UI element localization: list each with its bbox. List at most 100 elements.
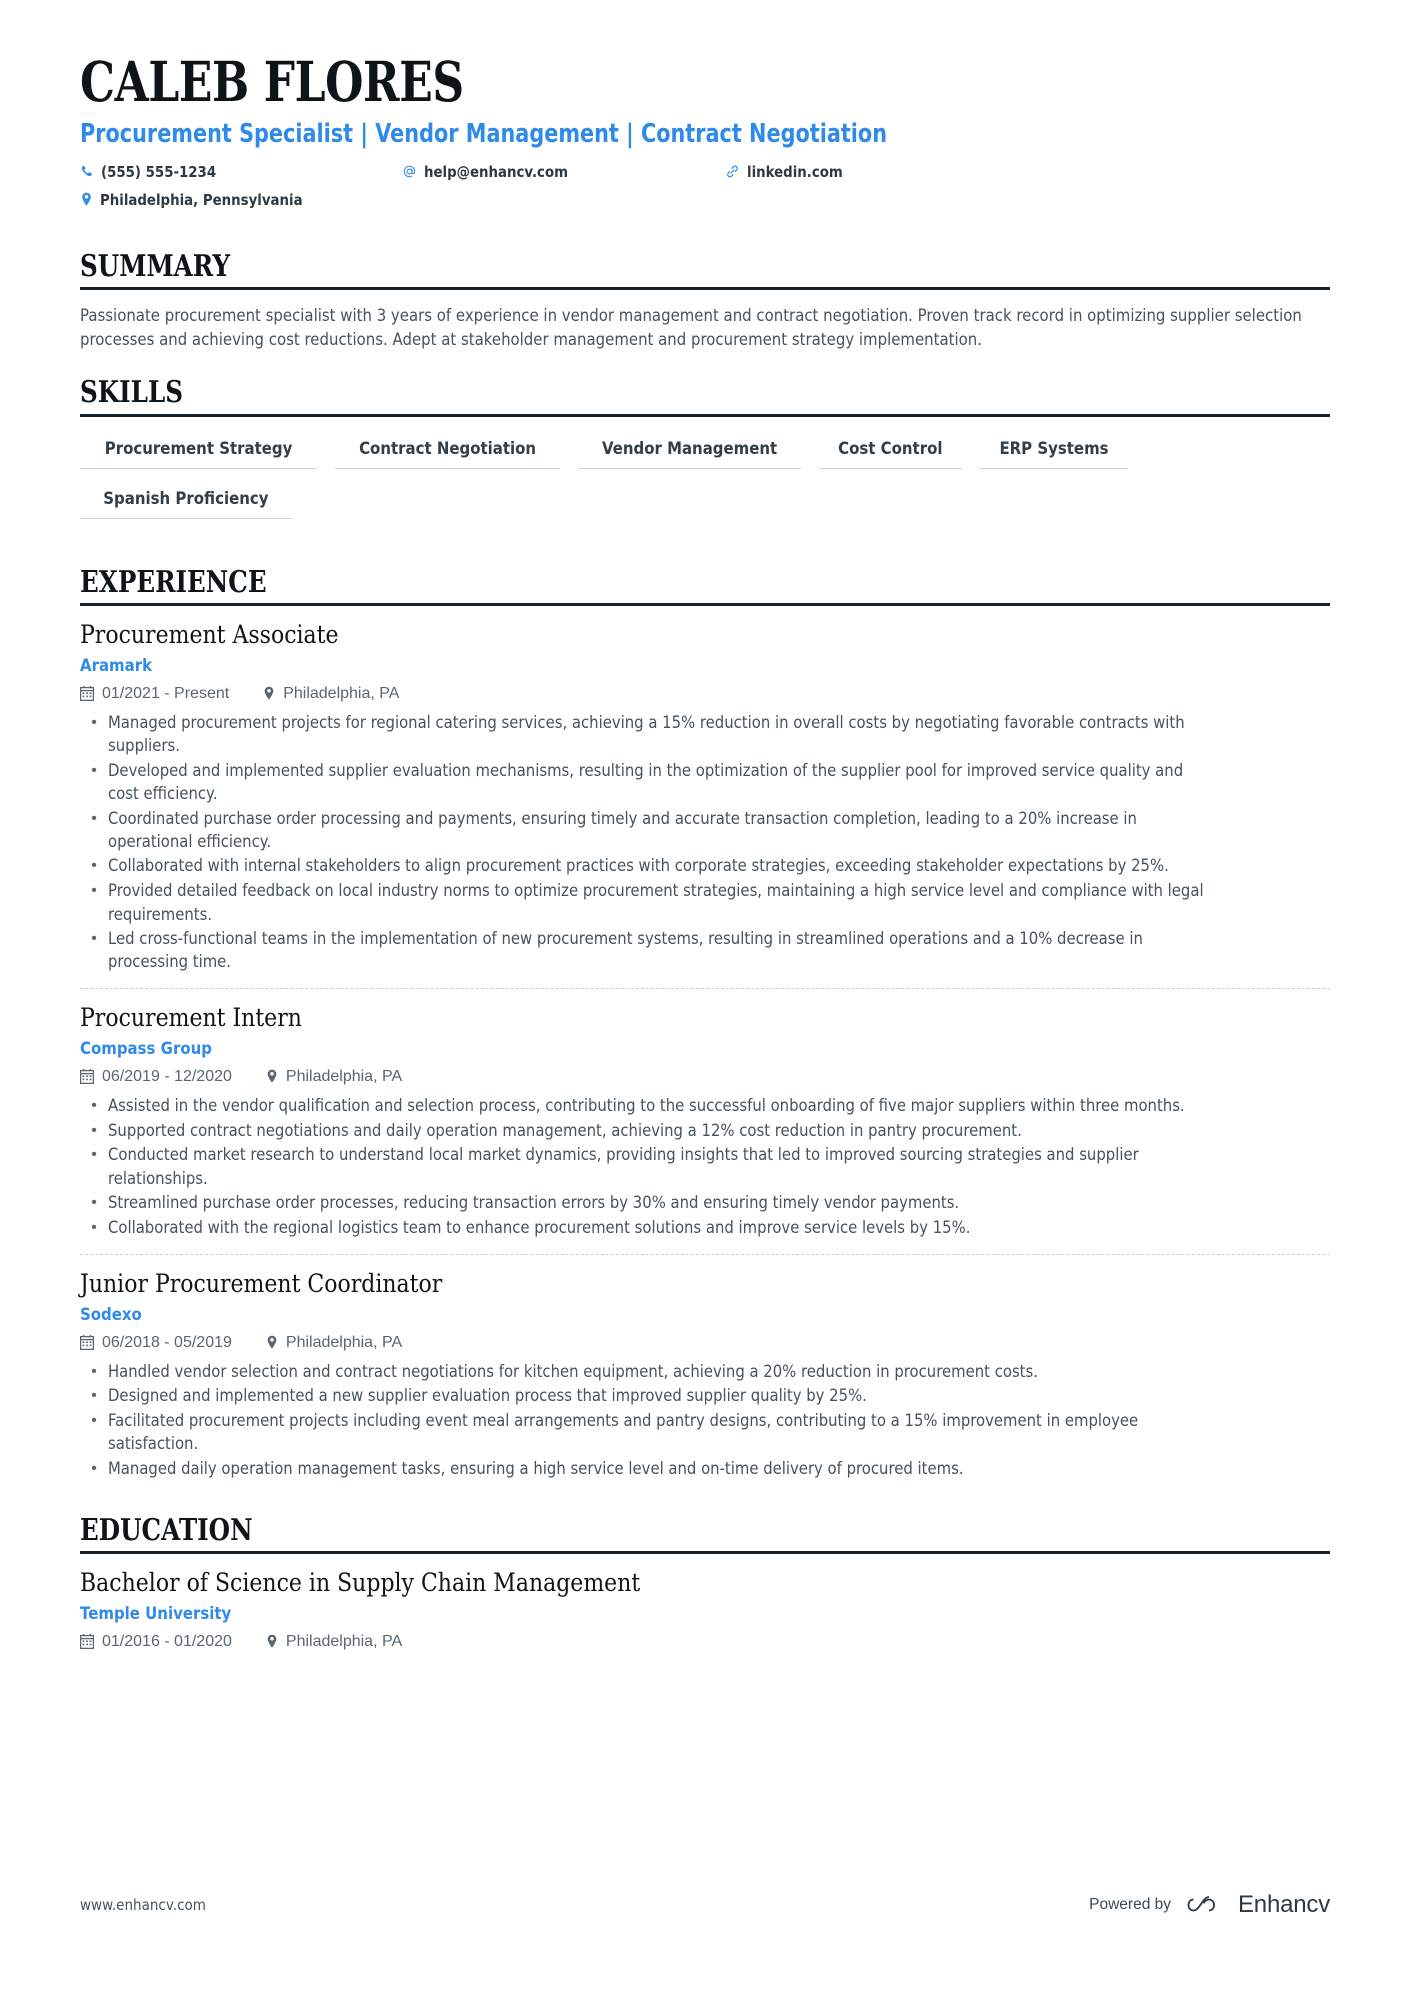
- powered-by-label: Powered by: [1089, 1896, 1171, 1913]
- skill-chip: Contract Negotiation: [335, 435, 561, 469]
- entry-dates: 06/2019 - 12/2020: [80, 1068, 232, 1086]
- skill-label: Cost Control: [838, 438, 943, 459]
- contact-linkedin[interactable]: linkedin.com: [725, 163, 858, 181]
- responsibility-text: Led cross-functional teams in the implem…: [108, 929, 1143, 972]
- degree-title: Bachelor of Science in Supply Chain Mana…: [80, 1567, 641, 1597]
- skill-chip: Spanish Proficiency: [80, 485, 292, 519]
- experience-section: EXPERIENCE Procurement Associate Aramark 0…: [80, 564, 1330, 1481]
- entry-dates-value: 01/2021 - Present: [102, 684, 230, 702]
- experience-section-title: EXPERIENCE: [80, 564, 267, 600]
- experience-entry: Junior Procurement Coordinator Sodexo 06/2…: [80, 1253, 1330, 1481]
- bullet-point-icon: •: [91, 930, 97, 947]
- location-pin-icon: [263, 686, 275, 701]
- contact-linkedin-value: linkedin.com: [747, 162, 843, 181]
- enhancv-mark-icon: [1187, 1896, 1215, 1912]
- entry-meta: 01/2016 - 01/2020 Philadelphia, PA: [80, 1633, 1330, 1651]
- responsibility-item: • Managed procurement projects for region…: [80, 711, 1330, 758]
- responsibility-text: Collaborated with the regional logistics…: [108, 1217, 971, 1237]
- resume-page: CALEB FLORES Procurement Specialist | Ve…: [0, 0, 1410, 1995]
- skill-chip: Procurement Strategy: [80, 435, 318, 469]
- location-pin-icon: [266, 1069, 278, 1084]
- experience-entry: Procurement Intern Compass Group 06/2019 -…: [80, 987, 1330, 1240]
- section-divider: [80, 287, 1330, 291]
- at-icon: [402, 164, 417, 179]
- bullet-point-icon: •: [91, 1412, 97, 1429]
- education-entries: Bachelor of Science in Supply Chain Mana…: [80, 1554, 1330, 1651]
- responsibility-text: Provided detailed feedback on local indu…: [108, 881, 1204, 924]
- company-name[interactable]: Compass Group: [80, 1039, 1180, 1059]
- contact-email[interactable]: help@enhancv.com: [402, 163, 591, 181]
- bullet-point-icon: •: [91, 1146, 97, 1164]
- professional-headline: Procurement Specialist | Vendor Manageme…: [80, 119, 888, 150]
- responsibility-item: • Led cross-functional teams in the imple…: [80, 927, 1330, 974]
- entry-meta: 01/2021 - Present Philadelphia, PA: [80, 685, 1330, 703]
- link-icon: [725, 164, 740, 179]
- calendar-icon: [80, 1634, 94, 1650]
- page-title: CALEB FLORES: [80, 49, 464, 114]
- responsibility-text: Assisted in the vendor qualification and…: [108, 1095, 1185, 1115]
- company-name[interactable]: Sodexo: [80, 1305, 1180, 1325]
- company-name[interactable]: Aramark: [80, 656, 1180, 676]
- skill-label: Spanish Proficiency: [103, 488, 269, 509]
- resume-header: CALEB FLORES Procurement Specialist | Ve…: [80, 52, 1330, 225]
- skill-label: ERP Systems: [999, 438, 1109, 459]
- experience-entry: Procurement Associate Aramark 01/2021 - Pr…: [80, 606, 1330, 974]
- responsibility-text: Streamlined purchase order processes, re…: [108, 1193, 960, 1213]
- entry-location-value: Philadelphia, PA: [285, 1333, 403, 1351]
- job-title: Procurement Intern: [80, 1002, 302, 1032]
- education-section: EDUCATION Bachelor of Science in Supply …: [80, 1514, 1330, 1651]
- responsibility-item: • Assisted in the vendor qualification an…: [80, 1094, 1330, 1118]
- responsibility-text: Supported contract negotiations and dail…: [108, 1120, 1022, 1140]
- job-title: Procurement Associate: [80, 619, 339, 649]
- entry-dates: 01/2021 - Present: [80, 685, 229, 703]
- contact-location-value: Philadelphia, Pennsylvania: [100, 190, 303, 209]
- bullet-point-icon: •: [91, 809, 97, 827]
- skills-section-title: SKILLS: [80, 375, 184, 411]
- responsibility-text: Managed procurement projects for regiona…: [108, 712, 1185, 756]
- location-pin-icon: [266, 1634, 278, 1649]
- responsibility-item: • Coordinated purchase order processing a…: [80, 807, 1330, 854]
- responsibility-text: Handled vendor selection and contract ne…: [108, 1361, 1038, 1381]
- entry-dates-value: 06/2019 - 12/2020: [102, 1067, 232, 1085]
- skill-label: Contract Negotiation: [359, 438, 537, 459]
- calendar-icon: [80, 1335, 94, 1351]
- bullet-point-icon: •: [91, 1096, 97, 1114]
- footer-website-url[interactable]: www.enhancv.com: [80, 1896, 206, 1914]
- bullet-point-icon: •: [91, 1218, 97, 1236]
- bullet-point-icon: •: [91, 882, 97, 900]
- bullet-point-icon: •: [91, 713, 97, 731]
- bullet-point-icon: •: [91, 1121, 97, 1139]
- bullet-point-icon: •: [91, 1362, 97, 1380]
- enhancv-logo: Enhancv: [1187, 1891, 1330, 1919]
- entry-location: Philadelphia, PA: [263, 685, 399, 703]
- summary-section: SUMMARY Passionate procurement specialis…: [80, 250, 1330, 351]
- experience-entries: Procurement Associate Aramark 01/2021 - Pr…: [80, 606, 1330, 1481]
- responsibility-text: Facilitated procurement projects includi…: [108, 1411, 1139, 1454]
- location-pin-icon: [266, 1335, 278, 1350]
- school-name[interactable]: Temple University: [80, 1604, 1180, 1624]
- entry-location-value: Philadelphia, PA: [283, 684, 400, 702]
- responsibility-text: Conducted market research to understand …: [108, 1145, 1139, 1188]
- education-entry: Bachelor of Science in Supply Chain Mana…: [80, 1554, 1330, 1651]
- location-pin-icon: [80, 192, 93, 207]
- responsibility-item: • Designed and implemented a new supplier…: [80, 1384, 1330, 1408]
- responsibility-item: • Developed and implemented supplier eval…: [80, 759, 1330, 806]
- responsibility-text: Coordinated purchase order processing an…: [108, 808, 1137, 852]
- responsibility-item: • Handled vendor selection and contract n…: [80, 1360, 1330, 1384]
- calendar-icon: [80, 1069, 94, 1085]
- responsibility-list: • Managed procurement projects for region…: [80, 711, 1330, 974]
- entry-location: Philadelphia, PA: [266, 1068, 402, 1086]
- skill-label: Procurement Strategy: [104, 438, 293, 459]
- bullet-point-icon: •: [91, 761, 97, 779]
- entry-location: Philadelphia, PA: [266, 1633, 402, 1651]
- enhancv-brand-name: Enhancv: [1238, 1891, 1330, 1918]
- bullet-point-icon: •: [91, 1459, 97, 1477]
- entry-dates: 01/2016 - 01/2020: [80, 1633, 232, 1651]
- skill-chip: Cost Control: [819, 435, 963, 469]
- bullet-point-icon: •: [91, 857, 97, 875]
- page-footer: www.enhancv.com Powered by Enhancv: [80, 1891, 1330, 1919]
- responsibility-item: • Facilitated procurement projects includ…: [80, 1409, 1330, 1456]
- contact-phone[interactable]: (555) 555-1234: [80, 163, 235, 181]
- responsibility-item: • Managed daily operation management task…: [80, 1457, 1330, 1481]
- entry-meta: 06/2019 - 12/2020 Philadelphia, PA: [80, 1068, 1330, 1086]
